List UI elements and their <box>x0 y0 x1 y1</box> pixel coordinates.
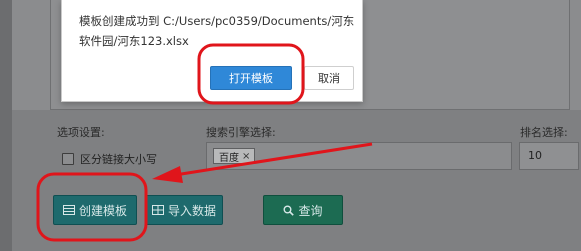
dialog-message: 模板创建成功到 C:/Users/pc0359/Documents/河东软件园/… <box>79 14 355 48</box>
open-template-button[interactable]: 打开模板 <box>210 66 292 90</box>
search-engine-select[interactable]: 百度 × <box>206 142 512 170</box>
success-dialog: 模板创建成功到 C:/Users/pc0359/Documents/河东软件园/… <box>61 0 363 102</box>
tag-remove-icon[interactable]: × <box>242 151 250 162</box>
search-engine-label: 搜索引擎选择: <box>206 126 276 139</box>
import-data-label: 导入数据 <box>167 203 216 218</box>
left-edge <box>0 0 12 251</box>
create-template-label: 创建模板 <box>78 203 127 218</box>
cancel-button[interactable]: 取消 <box>304 66 354 90</box>
grid-icon <box>151 205 164 215</box>
case-sensitive-checkbox[interactable] <box>62 153 74 165</box>
case-sensitive-label: 区分链接大小写 <box>80 153 157 166</box>
rank-select[interactable]: 10 <box>519 142 579 170</box>
case-sensitive-option[interactable]: 区分链接大小写 <box>62 151 157 167</box>
options-label: 选项设置: <box>57 126 105 139</box>
import-data-button[interactable]: 导入数据 <box>145 195 223 225</box>
query-label: 查询 <box>298 203 323 218</box>
rank-value: 10 <box>528 149 542 162</box>
query-button[interactable]: 查询 <box>263 195 343 225</box>
search-icon <box>283 205 295 216</box>
engine-tag: 百度 × <box>213 148 256 164</box>
rank-label: 排名选择: <box>520 126 568 139</box>
create-template-button[interactable]: 创建模板 <box>53 195 137 225</box>
engine-tag-label: 百度 <box>219 152 239 164</box>
table-icon <box>62 205 75 215</box>
